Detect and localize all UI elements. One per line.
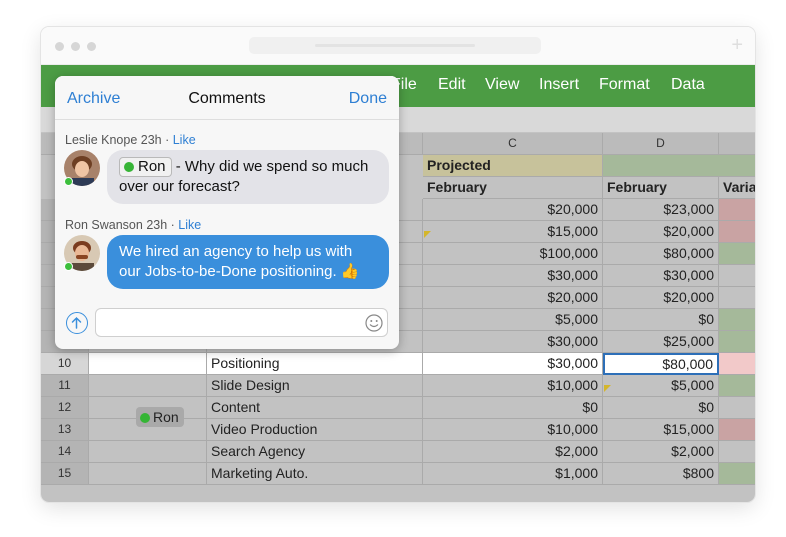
- title-bar: +: [41, 27, 755, 65]
- owner-tag[interactable]: Ron: [136, 407, 184, 427]
- comment-bubble: We hired an agency to help us with our J…: [107, 235, 389, 289]
- table-cell[interactable]: [89, 353, 207, 375]
- table-cell[interactable]: [89, 375, 207, 397]
- like-button[interactable]: Like: [178, 218, 201, 232]
- subheader-c[interactable]: February: [423, 177, 603, 199]
- table-cell[interactable]: $30,000: [423, 331, 603, 353]
- table-cell[interactable]: $1,000: [423, 463, 603, 485]
- menu-format[interactable]: Format: [599, 76, 650, 94]
- table-cell[interactable]: $2,000: [423, 441, 603, 463]
- variance-cell[interactable]: [719, 265, 755, 287]
- table-cell[interactable]: $10,000: [423, 375, 603, 397]
- zoom-window-button[interactable]: [87, 42, 96, 51]
- variance-cell[interactable]: [719, 441, 755, 463]
- comments-header: Archive Comments Done: [55, 76, 399, 120]
- table-cell[interactable]: Positioning: [207, 353, 423, 375]
- menu-insert[interactable]: Insert: [539, 76, 579, 94]
- table-cell[interactable]: $80,000: [603, 243, 719, 265]
- row-header[interactable]: 14: [41, 441, 89, 463]
- variance-cell[interactable]: [719, 221, 755, 243]
- thumbs-up-icon: 👍: [340, 263, 360, 280]
- comment-input[interactable]: [95, 308, 388, 337]
- table-cell[interactable]: $10,000: [423, 419, 603, 441]
- variance-cell[interactable]: [719, 463, 755, 485]
- row-header[interactable]: 13: [41, 419, 89, 441]
- like-button[interactable]: Like: [173, 133, 196, 147]
- presence-icon: [124, 162, 134, 172]
- variance-cell[interactable]: [719, 419, 755, 441]
- variance-cell[interactable]: [719, 243, 755, 265]
- table-cell[interactable]: [89, 441, 207, 463]
- table-cell[interactable]: Content: [207, 397, 423, 419]
- close-window-button[interactable]: [55, 42, 64, 51]
- row-header[interactable]: 12: [41, 397, 89, 419]
- presence-icon: [140, 413, 150, 423]
- table-cell[interactable]: [89, 463, 207, 485]
- comment-marker-icon[interactable]: [604, 385, 611, 392]
- online-status-icon: [64, 262, 73, 271]
- table-cell[interactable]: $30,000: [603, 265, 719, 287]
- table-cell[interactable]: Slide Design: [207, 375, 423, 397]
- emoji-icon[interactable]: [365, 314, 383, 332]
- minimize-window-button[interactable]: [71, 42, 80, 51]
- column-header-c[interactable]: C: [423, 133, 603, 155]
- mention-tag[interactable]: Ron: [119, 157, 172, 177]
- row-header[interactable]: 15: [41, 463, 89, 485]
- menu-data[interactable]: Data: [671, 76, 705, 94]
- done-button[interactable]: Done: [349, 90, 387, 108]
- table-cell[interactable]: Video Production: [207, 419, 423, 441]
- table-cell[interactable]: $80,000: [603, 353, 719, 375]
- subheader-e[interactable]: Varia: [719, 177, 755, 199]
- table-cell[interactable]: $20,000: [423, 199, 603, 221]
- variance-cell[interactable]: [719, 397, 755, 419]
- table-cell[interactable]: $30,000: [423, 265, 603, 287]
- comment-bubble: Ron - Why did we spend so much over our …: [107, 150, 389, 204]
- table-cell[interactable]: $20,000: [423, 287, 603, 309]
- column-header-d[interactable]: D: [603, 133, 719, 155]
- table-cell[interactable]: $20,000: [603, 221, 719, 243]
- comments-title: Comments: [188, 90, 266, 107]
- variance-cell[interactable]: [719, 287, 755, 309]
- row-header[interactable]: 11: [41, 375, 89, 397]
- table-cell[interactable]: $0: [603, 397, 719, 419]
- table-cell[interactable]: $20,000: [603, 287, 719, 309]
- variance-cell[interactable]: [719, 331, 755, 353]
- menu-view[interactable]: View: [485, 76, 519, 94]
- table-cell[interactable]: Search Agency: [207, 441, 423, 463]
- menu-edit[interactable]: Edit: [438, 76, 466, 94]
- online-status-icon: [64, 177, 73, 186]
- comment-meta: Ron Swanson 23h · Like: [65, 218, 202, 232]
- table-cell[interactable]: $100,000: [423, 243, 603, 265]
- table-cell[interactable]: $0: [603, 309, 719, 331]
- table-cell[interactable]: $5,000: [603, 375, 719, 397]
- table-cell[interactable]: $23,000: [603, 199, 719, 221]
- table-cell[interactable]: $5,000: [423, 309, 603, 331]
- upload-icon[interactable]: [66, 312, 88, 334]
- comments-popover: Archive Comments Done Leslie Knope 23h ·…: [55, 76, 399, 349]
- table-cell[interactable]: $30,000: [423, 353, 603, 375]
- table-cell[interactable]: $800: [603, 463, 719, 485]
- new-tab-icon[interactable]: +: [731, 34, 743, 56]
- variance-cell[interactable]: [719, 309, 755, 331]
- table-cell[interactable]: $25,000: [603, 331, 719, 353]
- variance-cell[interactable]: [719, 199, 755, 221]
- table-cell[interactable]: $0: [423, 397, 603, 419]
- address-bar[interactable]: [249, 37, 541, 54]
- table-cell[interactable]: $2,000: [603, 441, 719, 463]
- table-cell[interactable]: $15,000: [603, 419, 719, 441]
- group-header-projected[interactable]: Projected: [423, 155, 603, 177]
- variance-cell[interactable]: [719, 353, 755, 375]
- table-cell[interactable]: $15,000: [423, 221, 603, 243]
- comment-meta: Leslie Knope 23h · Like: [65, 133, 196, 147]
- comment-marker-icon[interactable]: [424, 231, 431, 238]
- group-header-actual[interactable]: [603, 155, 755, 177]
- subheader-d[interactable]: February: [603, 177, 719, 199]
- variance-cell[interactable]: [719, 375, 755, 397]
- row-header[interactable]: 10: [41, 353, 89, 375]
- table-cell[interactable]: Marketing Auto.: [207, 463, 423, 485]
